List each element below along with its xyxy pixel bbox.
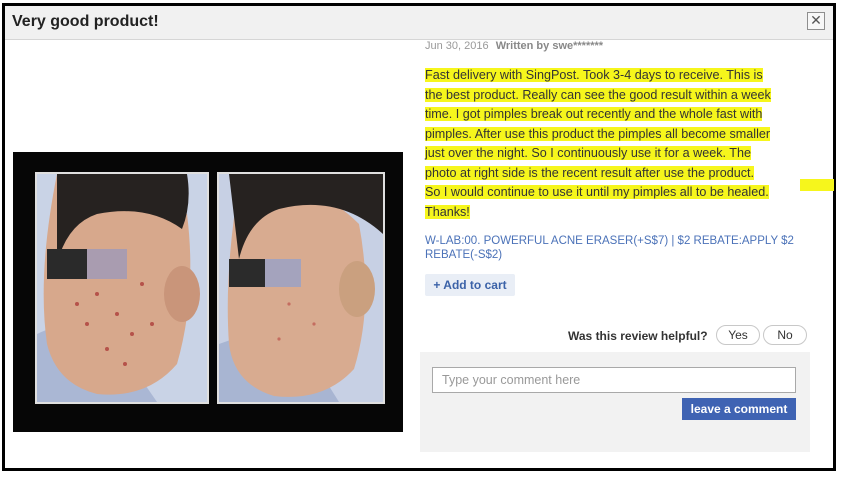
review-line: Fast delivery with SingPost. Took 3-4 da… <box>425 68 763 82</box>
dialog-titlebar: Very good product! ✕ <box>5 6 833 40</box>
review-photo[interactable] <box>13 152 403 432</box>
highlight-mark <box>800 179 834 191</box>
product-variant-link[interactable]: W-LAB:00. POWERFUL ACNE ERASER(+S$7) | $… <box>425 234 815 262</box>
review-line: just over the night. So I continuously u… <box>425 146 751 160</box>
review-line: time. I got pimples break out recently a… <box>425 107 763 121</box>
comment-input[interactable] <box>432 367 796 393</box>
review-text: Fast delivery with SingPost. Took 3-4 da… <box>425 66 817 222</box>
dialog-title: Very good product! <box>12 13 159 30</box>
review-meta: Jun 30, 2016 Written by swe******* <box>425 40 603 52</box>
leave-comment-button[interactable]: leave a comment <box>682 398 796 420</box>
review-line: photo at right side is the recent result… <box>425 165 755 180</box>
close-button[interactable]: ✕ <box>807 12 825 30</box>
review-line: pimples. After use this product the pimp… <box>425 126 771 141</box>
before-photo <box>35 172 209 404</box>
review-author: Written by swe******* <box>495 40 604 52</box>
add-to-cart-button[interactable]: + Add to cart <box>425 274 515 296</box>
comment-panel: leave a comment <box>420 352 810 452</box>
helpful-yes-button[interactable]: Yes <box>716 325 760 345</box>
review-line: So I would continue to use it until my p… <box>425 185 769 199</box>
review-line: Thanks! <box>425 204 470 219</box>
helpful-question: Was this review helpful? <box>568 329 708 343</box>
helpful-no-button[interactable]: No <box>763 325 807 345</box>
close-icon: ✕ <box>810 12 822 28</box>
after-photo <box>217 172 385 404</box>
review-date: Jun 30, 2016 <box>425 40 489 52</box>
review-line: the best product. Really can see the goo… <box>425 87 771 102</box>
